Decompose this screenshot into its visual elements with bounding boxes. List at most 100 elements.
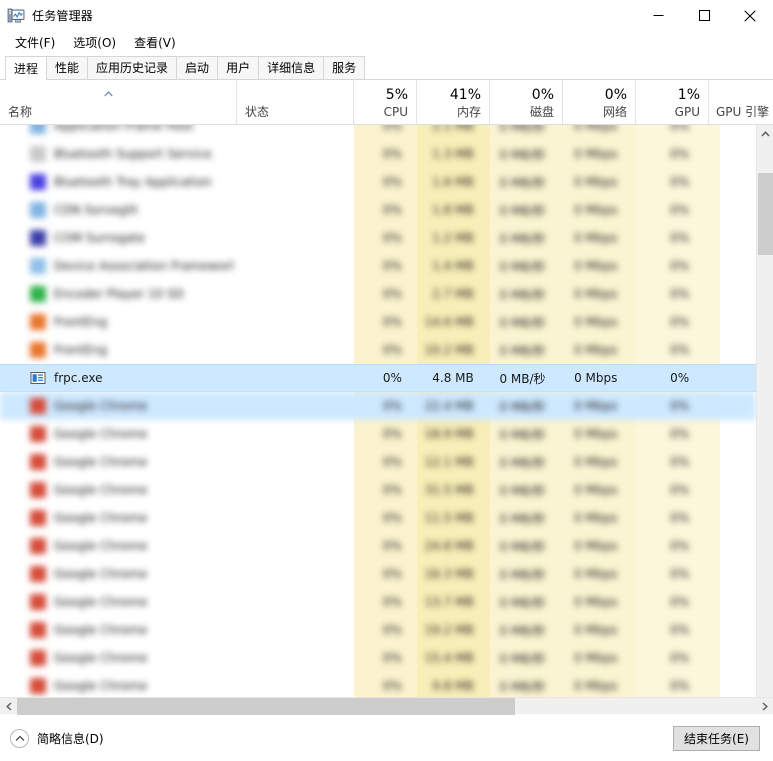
process-icon	[30, 594, 46, 610]
maximize-button[interactable]	[681, 0, 727, 31]
minimize-button[interactable]	[635, 0, 681, 31]
table-row[interactable]: Encoder Player 10 SD 0% 2.7 MB 0 MB/秒 0 Mbps…	[0, 280, 756, 308]
close-button[interactable]	[727, 0, 773, 31]
tab-strip: 进程 性能 应用历史记录 启动 用户 详细信息 服务	[0, 54, 773, 80]
process-name-label: CDN Sorveglit	[54, 203, 138, 217]
horizontal-scrollbar-thumb[interactable]	[17, 697, 515, 715]
table-row[interactable]: frpc.exe 0% 4.8 MB 0 MB/秒 0 Mbps 0%	[0, 364, 756, 392]
menu-view[interactable]: 查看(V)	[125, 32, 185, 53]
column-header-row: 名称 状态 5% CPU 41% 内存 0% 磁盘 0% 网络 1% GPU G…	[0, 80, 773, 125]
process-memory-cell: 1.4 MB	[432, 259, 474, 273]
vertical-scrollbar[interactable]	[756, 125, 773, 697]
tab-startup[interactable]: 启动	[176, 56, 219, 79]
process-name-cell: Google Chrome	[0, 482, 233, 498]
table-row[interactable]: Google Chrome 0% 31.5 MB 0 MB/秒 0 Mbps 0%	[0, 476, 756, 504]
process-gpu-cell: 0%	[670, 511, 690, 525]
process-name-cell: Google Chrome	[0, 510, 233, 526]
process-disk-cell: 0 MB/秒	[499, 427, 546, 442]
table-row[interactable]: Google Chrome 0% 19.2 MB 0 MB/秒 0 Mbps 0%	[0, 616, 756, 644]
end-task-button[interactable]: 结束任务(E)	[673, 725, 760, 751]
process-gpu-cell: 0%	[670, 287, 690, 301]
table-row[interactable]: CDN Sorveglit 0% 1.8 MB 0 MB/秒 0 Mbps 0%	[0, 196, 756, 224]
title-bar: 任务管理器	[0, 0, 773, 31]
table-row[interactable]: Google Chrome 0% 15.4 MB 0 MB/秒 0 Mbps 0%	[0, 644, 756, 672]
column-header-gpu-pct: 1%	[677, 87, 700, 103]
scroll-left-arrow-icon[interactable]	[0, 698, 17, 715]
process-network-cell: 0 Mbps	[574, 455, 618, 469]
tab-users[interactable]: 用户	[217, 56, 260, 79]
tab-details[interactable]: 详细信息	[258, 56, 325, 79]
table-row[interactable]: Application Frame Host 0% 2.1 MB 0 MB/秒 0 Mb…	[0, 125, 756, 140]
tab-performance[interactable]: 性能	[46, 56, 89, 79]
table-row[interactable]: FrontEng 0% 10.2 MB 0 MB/秒 0 Mbps 0%	[0, 336, 756, 364]
process-name-label: Google Chrome	[54, 511, 148, 525]
process-name-cell: Google Chrome	[0, 454, 233, 470]
column-header-cpu[interactable]: 5% CPU	[354, 80, 417, 124]
process-cpu-cell: 0%	[382, 651, 402, 665]
column-header-gpu[interactable]: 1% GPU	[636, 80, 709, 124]
table-row[interactable]: FrontEng 0% 14.6 MB 0 MB/秒 0 Mbps 0%	[0, 308, 756, 336]
process-name-cell: Google Chrome	[0, 678, 233, 694]
process-memory-cell: 16.3 MB	[424, 567, 474, 581]
scroll-up-arrow-icon[interactable]	[757, 125, 773, 142]
process-memory-cell: 22.4 MB	[424, 399, 474, 413]
process-memory-cell: 9.8 MB	[432, 679, 474, 693]
table-row[interactable]: Bluetooth Support Service 0% 1.3 MB 0 MB/秒 0…	[0, 140, 756, 168]
process-name-cell: Google Chrome	[0, 538, 233, 554]
scroll-right-arrow-icon[interactable]	[756, 698, 773, 715]
process-name-cell: Google Chrome	[0, 650, 233, 666]
menu-file[interactable]: 文件(F)	[6, 32, 64, 53]
column-header-name[interactable]: 名称	[0, 80, 237, 124]
process-gpu-cell: 0%	[670, 147, 690, 161]
process-list[interactable]: Application Frame Host 0% 2.1 MB 0 MB/秒 0 Mb…	[0, 125, 773, 697]
table-row[interactable]: Google Chrome 0% 11.5 MB 0 MB/秒 0 Mbps 0%	[0, 504, 756, 532]
process-disk-cell: 0 MB/秒	[499, 203, 546, 218]
process-cpu-cell: 0%	[382, 679, 402, 693]
process-network-cell: 0 Mbps	[574, 511, 618, 525]
table-row[interactable]: Google Chrome 0% 9.8 MB 0 MB/秒 0 Mbps 0%	[0, 672, 756, 697]
process-name-cell: frpc.exe	[0, 370, 233, 386]
process-name-label: FrontEng	[54, 315, 108, 329]
table-row[interactable]: Google Chrome 0% 12.1 MB 0 MB/秒 0 Mbps 0%	[0, 448, 756, 476]
table-row[interactable]: Google Chrome 0% 24.8 MB 0 MB/秒 0 Mbps 0%	[0, 532, 756, 560]
tab-services[interactable]: 服务	[323, 56, 366, 79]
process-name-label: Google Chrome	[54, 623, 148, 637]
table-row[interactable]: Google Chrome 0% 13.7 MB 0 MB/秒 0 Mbps 0%	[0, 588, 756, 616]
process-gpu-cell: 0%	[670, 539, 690, 553]
process-gpu-cell: 0%	[670, 623, 690, 637]
column-header-status[interactable]: 状态	[237, 80, 354, 124]
process-name-label: Google Chrome	[54, 455, 148, 469]
table-row[interactable]: COM Surrogate 0% 1.2 MB 0 MB/秒 0 Mbps 0%	[0, 224, 756, 252]
table-row[interactable]: Google Chrome 0% 22.4 MB 0 MB/秒 0 Mbps 0%	[0, 392, 756, 420]
process-network-cell: 0 Mbps	[574, 175, 618, 189]
column-header-disk-pct: 0%	[531, 87, 554, 103]
tab-app-history[interactable]: 应用历史记录	[87, 56, 178, 79]
process-network-cell: 0 Mbps	[574, 539, 618, 553]
column-header-gpu-engine[interactable]: GPU 引擎	[709, 80, 769, 124]
fewer-details-label: 简略信息(D)	[37, 731, 104, 746]
process-memory-cell: 19.2 MB	[424, 623, 474, 637]
table-row[interactable]: Google Chrome 0% 18.9 MB 0 MB/秒 0 Mbps 0%	[0, 420, 756, 448]
horizontal-scrollbar[interactable]	[0, 697, 773, 715]
process-name-label: Google Chrome	[54, 595, 148, 609]
table-row[interactable]: Google Chrome 0% 16.3 MB 0 MB/秒 0 Mbps 0%	[0, 560, 756, 588]
process-name-cell: FrontEng	[0, 314, 233, 330]
table-row[interactable]: Bluetooth Tray Application 0% 1.6 MB 0 MB/秒…	[0, 168, 756, 196]
window-title: 任务管理器	[32, 9, 94, 23]
horizontal-scrollbar-track[interactable]	[17, 697, 756, 715]
table-row[interactable]: Device Association Framework 0% 1.4 MB 0 MB…	[0, 252, 756, 280]
tab-processes[interactable]: 进程	[5, 56, 48, 80]
process-icon	[30, 342, 46, 358]
process-icon	[30, 426, 46, 442]
vertical-scrollbar-thumb[interactable]	[758, 173, 773, 255]
column-header-network[interactable]: 0% 网络	[563, 80, 636, 124]
process-disk-cell: 0 MB/秒	[499, 399, 546, 414]
process-icon	[30, 314, 46, 330]
process-icon	[30, 174, 46, 190]
column-header-disk[interactable]: 0% 磁盘	[490, 80, 563, 124]
fewer-details-button[interactable]: 简略信息(D)	[10, 728, 104, 748]
process-name-label: FrontEng	[54, 343, 108, 357]
menu-options[interactable]: 选项(O)	[64, 32, 125, 53]
column-header-memory[interactable]: 41% 内存	[417, 80, 490, 124]
process-cpu-cell: 0%	[382, 623, 402, 637]
